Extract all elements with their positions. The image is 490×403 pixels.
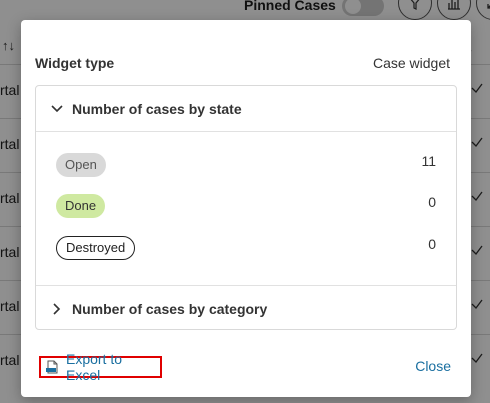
statistics-accordion: Number of cases by state Open 11 Done 0 … (35, 85, 457, 330)
state-row-done: Done 0 (56, 194, 436, 220)
state-count-done: 0 (428, 194, 436, 210)
chevron-right-icon (50, 302, 64, 316)
accordion-title: Number of cases by state (72, 100, 242, 117)
cases-by-state-panel: Open 11 Done 0 Destroyed 0 (36, 132, 456, 285)
state-row-open: Open 11 (56, 153, 436, 179)
dialog-footer: Export to Excel Close (39, 351, 451, 383)
chevron-down-icon (50, 102, 64, 116)
state-badge-open: Open (56, 153, 106, 177)
state-row-destroyed: Destroyed 0 (56, 236, 436, 262)
state-count-open: 11 (421, 153, 436, 169)
state-badge-destroyed: Destroyed (56, 236, 136, 260)
widget-type-value: Case widget (372, 55, 450, 71)
xls-file-icon (45, 360, 58, 374)
accordion-header-cases-by-category[interactable]: Number of cases by category (36, 285, 456, 331)
accordion-header-cases-by-state[interactable]: Number of cases by state (36, 86, 456, 132)
state-badge-done: Done (56, 194, 106, 218)
export-to-excel-button[interactable]: Export to Excel (39, 351, 162, 383)
accordion-title: Number of cases by category (72, 300, 268, 317)
close-button[interactable]: Close (415, 358, 451, 374)
widget-info-dialog: Widget type Case widget Number of cases … (21, 20, 471, 397)
state-count-destroyed: 0 (428, 236, 436, 252)
widget-type-label: Widget type (35, 55, 115, 71)
widget-type-row: Widget type Case widget (35, 55, 450, 73)
export-label: Export to Excel (65, 351, 123, 383)
